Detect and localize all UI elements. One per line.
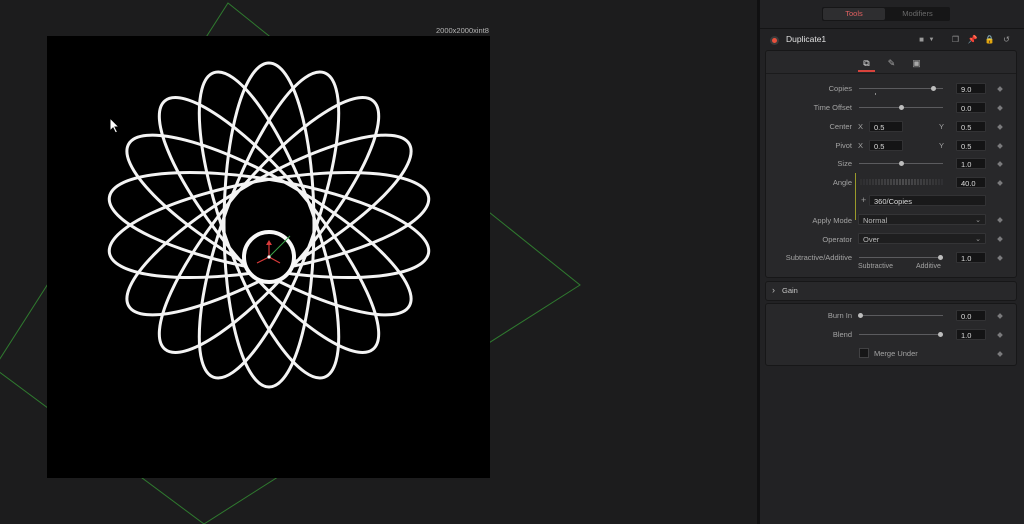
additive-label: Additive [916, 263, 941, 270]
merge-under-checkbox[interactable] [859, 348, 869, 358]
inspector-panel: Tools Modifiers Duplicate1 ■ ▼ ❐ 📌 🔒 ↺ ⧉… [760, 0, 1024, 524]
operator-dropdown[interactable]: Over ⌄ [858, 233, 986, 244]
apply-mode-dropdown[interactable]: Normal ⌄ [858, 214, 986, 225]
size-value-input[interactable]: 1.0 [956, 158, 986, 169]
pivot-x-input[interactable]: 0.5 [869, 140, 903, 151]
operator-value: Over [863, 235, 880, 244]
burn-in-slider[interactable] [859, 315, 943, 316]
viewer-panel[interactable]: 2000x2000xint8 [0, 0, 757, 524]
node-name[interactable]: Duplicate1 [786, 34, 826, 44]
pivot-y-input[interactable]: 0.5 [956, 140, 986, 151]
center-y-input[interactable]: 0.5 [956, 121, 986, 132]
operator-keyframe-icon[interactable] [997, 236, 1003, 242]
blend-slider[interactable] [859, 334, 943, 335]
burn-in-keyframe-icon[interactable] [997, 313, 1003, 319]
pin-icon[interactable]: 📌 [967, 34, 978, 46]
size-slider-handle[interactable] [899, 161, 904, 166]
pivot-x-label: X [858, 141, 864, 150]
blend-value-input[interactable]: 1.0 [956, 329, 986, 340]
angle-value-input[interactable]: 40.0 [956, 177, 986, 188]
viewer-canvas[interactable] [0, 0, 757, 524]
pivot-keyframe-icon[interactable] [997, 143, 1003, 149]
size-label: Size [837, 159, 852, 168]
copies-keyframe-icon[interactable] [997, 86, 1003, 92]
angle-label: Angle [832, 178, 852, 187]
blend-keyframe-icon[interactable] [997, 332, 1003, 338]
size-keyframe-icon[interactable] [997, 161, 1003, 167]
lock-icon[interactable]: 🔒 [984, 34, 995, 46]
chevron-down-icon[interactable]: ▼ [926, 34, 937, 46]
sub-add-label: Subtractive/Additive [785, 253, 852, 262]
sub-add-slider-handle[interactable] [938, 255, 943, 260]
angle-expression-marker [855, 173, 856, 220]
settings-tab-icon[interactable]: ▣ [908, 57, 925, 70]
copies-default-marker [875, 93, 876, 95]
time-offset-value-input[interactable]: 0.0 [956, 102, 986, 113]
merge-under-label: Merge Under [874, 349, 918, 358]
sub-add-slider[interactable] [859, 257, 943, 258]
blend-slider-handle[interactable] [938, 332, 943, 337]
expression-plus-icon[interactable]: + [861, 195, 866, 205]
gain-panel: Burn In 0.0 Blend 1.0 Merge Under [765, 303, 1017, 366]
center-x-label: X [858, 122, 864, 131]
time-offset-label: Time Offset [813, 103, 852, 112]
sub-add-keyframe-icon[interactable] [997, 255, 1003, 261]
tab-tools[interactable]: Tools [823, 8, 885, 20]
controls-panel: ⧉ ✎ ▣ Copies 9.0 Time Offset 0.0 Center … [765, 50, 1017, 278]
time-offset-keyframe-icon[interactable] [997, 105, 1003, 111]
time-offset-slider-handle[interactable] [899, 105, 904, 110]
blend-label: Blend [832, 330, 852, 339]
subtractive-label: Subtractive [858, 263, 894, 270]
chevron-right-icon: › [772, 285, 775, 295]
copies-value-input[interactable]: 9.0 [956, 83, 986, 94]
mouse-cursor-icon [109, 117, 120, 134]
angle-thumbwheel[interactable] [859, 177, 943, 187]
copies-slider-handle[interactable] [931, 86, 936, 91]
edit-tab-icon[interactable]: ✎ [883, 57, 900, 70]
pivot-label: Pivot [835, 141, 852, 150]
copies-label: Copies [828, 84, 852, 93]
apply-mode-value: Normal [863, 216, 888, 225]
burn-in-slider-handle[interactable] [858, 313, 863, 318]
apply-mode-keyframe-icon[interactable] [997, 217, 1003, 223]
center-y-label: Y [939, 122, 945, 131]
chevron-down-icon: ⌄ [975, 236, 981, 243]
resolution-label: 2000x2000xint8 [436, 26, 489, 35]
reset-icon[interactable]: ↺ [1001, 34, 1012, 46]
pivot-y-label: Y [939, 141, 945, 150]
gain-section-header[interactable]: › Gain [765, 281, 1017, 301]
tab-underline-separator [766, 73, 1016, 74]
controls-tab-icon[interactable]: ⧉ [858, 57, 875, 72]
node-color-dot[interactable] [770, 36, 779, 45]
inspector-tabs: Tools Modifiers [822, 7, 950, 21]
merge-under-keyframe-icon[interactable] [997, 351, 1003, 357]
burn-in-label: Burn In [827, 311, 852, 320]
angle-expression-input[interactable]: 360/Copies [869, 195, 986, 206]
burn-in-value-input[interactable]: 0.0 [956, 310, 986, 321]
angle-keyframe-icon[interactable] [997, 180, 1003, 186]
center-x-input[interactable]: 0.5 [869, 121, 903, 132]
header-separator [760, 28, 1024, 29]
apply-mode-label: Apply Mode [812, 216, 852, 225]
sub-add-value-input[interactable]: 1.0 [956, 252, 986, 263]
tab-modifiers[interactable]: Modifiers [886, 8, 949, 20]
window-icon[interactable]: ❐ [950, 34, 961, 46]
center-keyframe-icon[interactable] [997, 124, 1003, 130]
operator-label: Operator [822, 235, 852, 244]
gain-header-label: Gain [782, 286, 798, 295]
chevron-down-icon: ⌄ [975, 217, 981, 224]
center-label: Center [829, 122, 852, 131]
